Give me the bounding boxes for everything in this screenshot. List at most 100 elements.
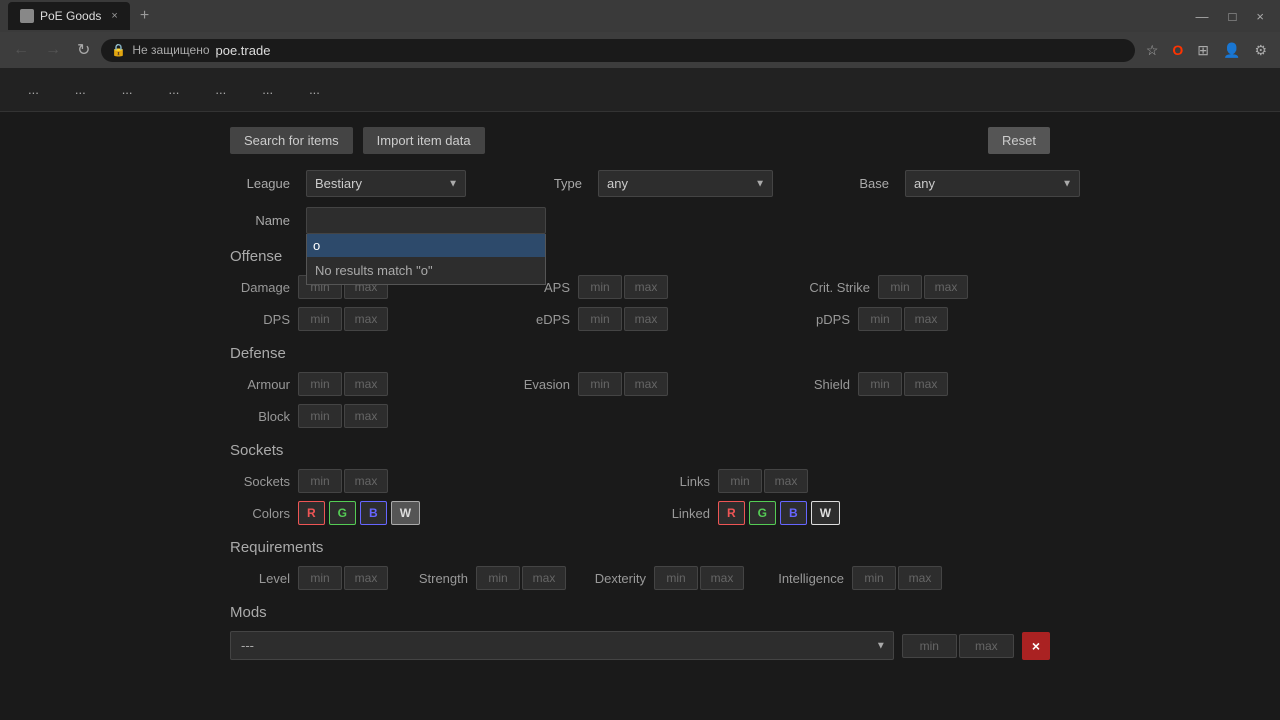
mods-select[interactable]: --- xyxy=(230,631,894,660)
block-minmax xyxy=(298,404,388,428)
user-button[interactable]: 👤 xyxy=(1218,39,1245,62)
linked-blue-button[interactable]: B xyxy=(780,501,807,525)
site-nav-link-2[interactable]: ... xyxy=(67,78,94,101)
league-select[interactable]: Bestiary Standard Hardcore xyxy=(306,170,466,197)
sockets-max[interactable] xyxy=(344,469,388,493)
bookmark-button[interactable]: ☆ xyxy=(1141,39,1164,62)
crit-strike-min[interactable] xyxy=(878,275,922,299)
reset-button[interactable]: Reset xyxy=(988,127,1050,154)
level-minmax xyxy=(298,566,388,590)
dexterity-minmax xyxy=(654,566,744,590)
strength-min[interactable] xyxy=(476,566,520,590)
settings-button[interactable]: ⚙ xyxy=(1249,39,1272,62)
edps-max[interactable] xyxy=(624,307,668,331)
shield-group: Shield xyxy=(790,372,1050,396)
site-nav-link-4[interactable]: ... xyxy=(161,78,188,101)
level-min[interactable] xyxy=(298,566,342,590)
edps-minmax xyxy=(578,307,668,331)
linked-field-group: Linked R G B W xyxy=(650,501,1050,525)
address-bar[interactable]: 🔒 Не защищено poe.trade xyxy=(101,39,1134,62)
main-content: Search for items Import item data Reset … xyxy=(0,112,1280,683)
name-dropdown-input[interactable]: o xyxy=(307,234,545,257)
sockets-label: Sockets xyxy=(230,474,290,489)
aps-max[interactable] xyxy=(624,275,668,299)
new-tab-button[interactable]: + xyxy=(134,5,155,27)
tab-bar: PoE Goods × + — □ × xyxy=(0,0,1280,32)
color-green-button[interactable]: G xyxy=(329,501,356,525)
site-nav-link-5[interactable]: ... xyxy=(207,78,234,101)
crit-strike-max[interactable] xyxy=(924,275,968,299)
forward-button: → xyxy=(40,39,66,61)
dps-max[interactable] xyxy=(344,307,388,331)
strength-label: Strength xyxy=(408,571,468,586)
active-tab[interactable]: PoE Goods × xyxy=(8,2,130,30)
color-blue-button[interactable]: B xyxy=(360,501,387,525)
tab-close-button[interactable]: × xyxy=(111,10,117,22)
level-max[interactable] xyxy=(344,566,388,590)
damage-label: Damage xyxy=(230,280,290,295)
maximize-button[interactable]: □ xyxy=(1221,5,1245,28)
name-input[interactable] xyxy=(306,207,546,234)
dexterity-min[interactable] xyxy=(654,566,698,590)
shield-min[interactable] xyxy=(858,372,902,396)
evasion-max[interactable] xyxy=(624,372,668,396)
base-label: Base xyxy=(829,176,889,191)
name-container: o No results match "o" xyxy=(306,207,546,234)
remove-mod-button[interactable]: × xyxy=(1022,632,1050,660)
site-nav-link-1[interactable]: ... xyxy=(20,78,47,101)
site-nav-link-3[interactable]: ... xyxy=(114,78,141,101)
intelligence-min[interactable] xyxy=(852,566,896,590)
color-white-button[interactable]: W xyxy=(391,501,420,525)
import-button[interactable]: Import item data xyxy=(363,127,485,154)
color-red-button[interactable]: R xyxy=(298,501,325,525)
nav-icons-right: ☆ O ⊞ 👤 ⚙ xyxy=(1141,39,1272,62)
linked-white-button[interactable]: W xyxy=(811,501,840,525)
page-content: ... ... ... ... ... ... ... Search for i… xyxy=(0,68,1280,720)
edps-group: eDPS xyxy=(510,307,770,331)
pdps-max[interactable] xyxy=(904,307,948,331)
site-nav-link-6[interactable]: ... xyxy=(254,78,281,101)
dps-min[interactable] xyxy=(298,307,342,331)
base-select-wrapper: any xyxy=(905,170,1080,197)
block-label: Block xyxy=(230,409,290,424)
type-select[interactable]: any xyxy=(598,170,773,197)
refresh-button[interactable]: ↻ xyxy=(72,38,95,62)
mods-header: Mods xyxy=(230,604,1050,621)
edps-label: eDPS xyxy=(510,312,570,327)
shield-max[interactable] xyxy=(904,372,948,396)
strength-max[interactable] xyxy=(522,566,566,590)
extensions-button[interactable]: ⊞ xyxy=(1192,39,1214,62)
close-window-button[interactable]: × xyxy=(1248,5,1272,28)
armour-min[interactable] xyxy=(298,372,342,396)
shield-label: Shield xyxy=(790,377,850,392)
edps-min[interactable] xyxy=(578,307,622,331)
evasion-min[interactable] xyxy=(578,372,622,396)
search-button[interactable]: Search for items xyxy=(230,127,353,154)
base-select[interactable]: any xyxy=(905,170,1080,197)
requirements-grid: Level Strength Dexterity xyxy=(230,566,1050,590)
dexterity-max[interactable] xyxy=(700,566,744,590)
mods-max[interactable] xyxy=(959,634,1014,658)
block-min[interactable] xyxy=(298,404,342,428)
linked-green-button[interactable]: G xyxy=(749,501,776,525)
intelligence-max[interactable] xyxy=(898,566,942,590)
sockets-minmax xyxy=(298,469,388,493)
pdps-min[interactable] xyxy=(858,307,902,331)
minimize-button[interactable]: — xyxy=(1188,5,1217,28)
opera-button[interactable]: O xyxy=(1167,39,1188,61)
site-nav-link-7[interactable]: ... xyxy=(301,78,328,101)
aps-min[interactable] xyxy=(578,275,622,299)
block-max[interactable] xyxy=(344,404,388,428)
sockets-min[interactable] xyxy=(298,469,342,493)
links-label: Links xyxy=(650,474,710,489)
mods-min[interactable] xyxy=(902,634,957,658)
links-min[interactable] xyxy=(718,469,762,493)
links-max[interactable] xyxy=(764,469,808,493)
dexterity-label: Dexterity xyxy=(586,571,646,586)
name-row: Name o No results match "o" xyxy=(230,207,1050,234)
armour-max[interactable] xyxy=(344,372,388,396)
evasion-minmax xyxy=(578,372,668,396)
address-text: poe.trade xyxy=(216,43,1125,58)
linked-red-button[interactable]: R xyxy=(718,501,745,525)
tab-title: PoE Goods xyxy=(40,9,101,23)
